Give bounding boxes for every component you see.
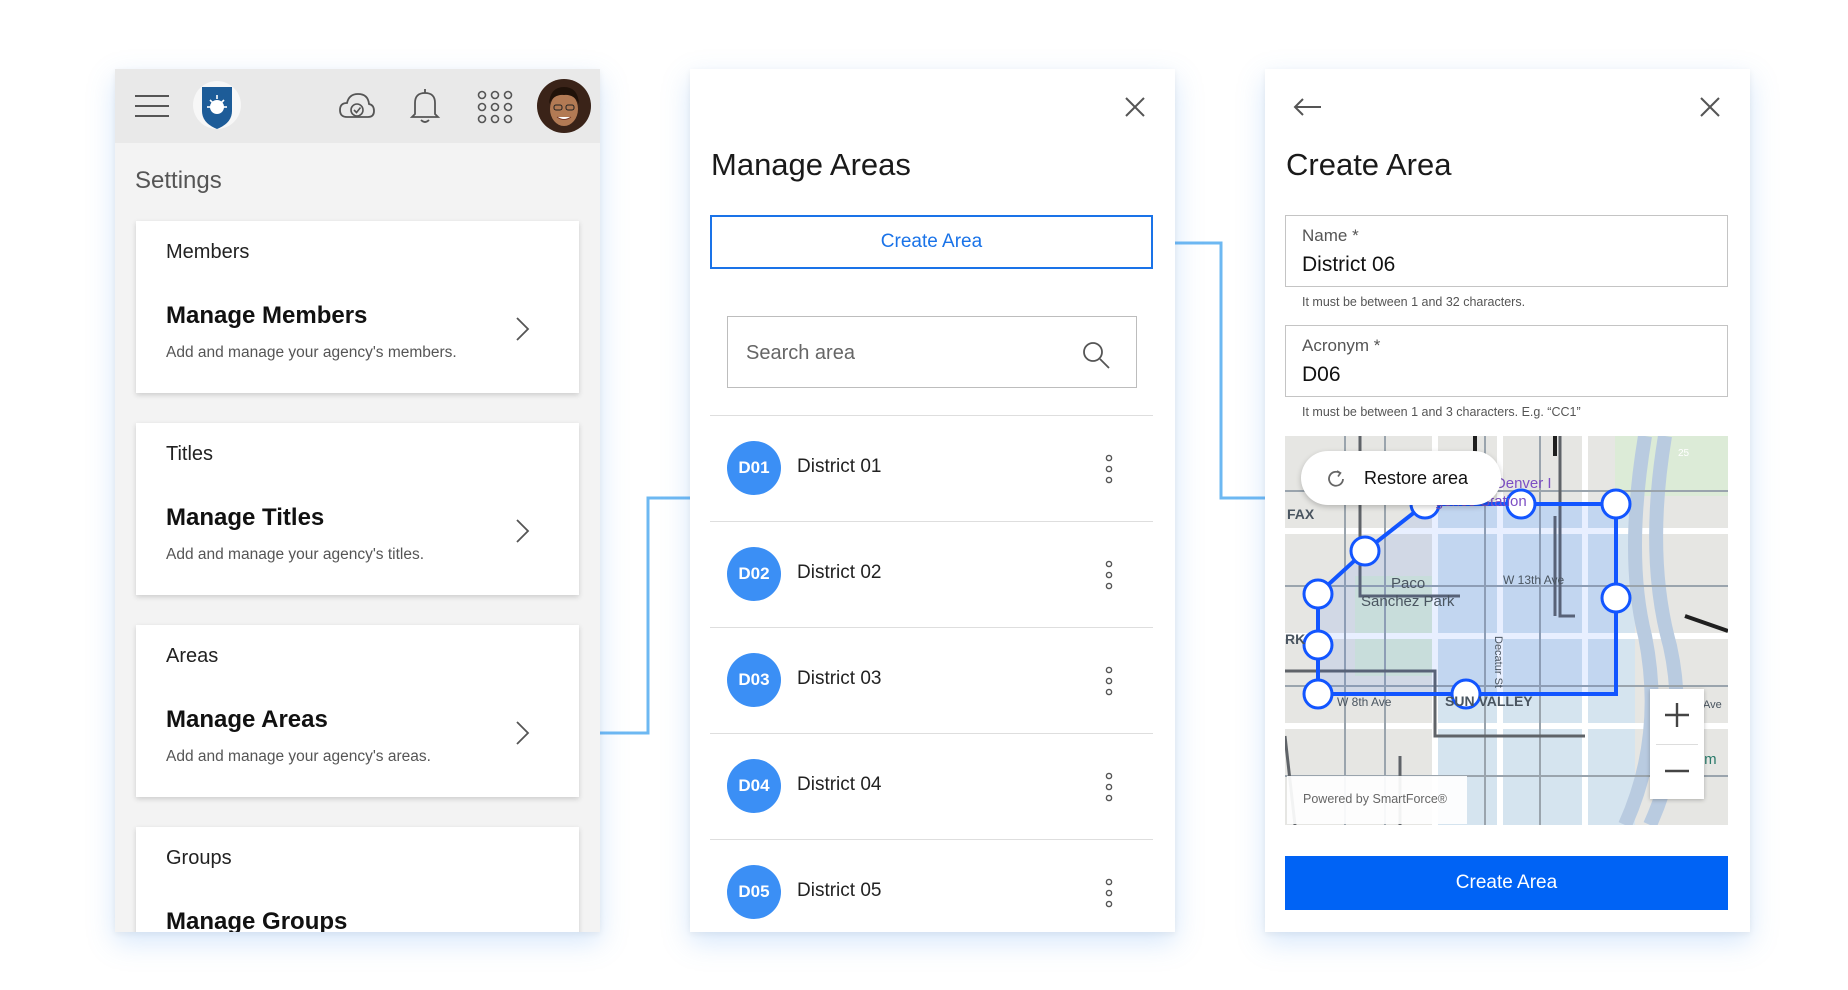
area-name: District 03: [797, 668, 882, 689]
search-box: [727, 316, 1137, 389]
area-acronym-badge: D04: [727, 759, 781, 813]
restore-area-label: Restore area: [1364, 468, 1469, 488]
name-field[interactable]: Name * District 06: [1285, 215, 1728, 287]
menu-icon[interactable]: [135, 93, 169, 119]
back-arrow-icon[interactable]: [1293, 97, 1323, 117]
card-category: Members: [166, 241, 250, 263]
list-item[interactable]: D01 District 01: [710, 416, 1153, 521]
card-category: Titles: [166, 443, 214, 465]
map-label: Ave: [1703, 699, 1722, 711]
more-options-icon[interactable]: [1104, 560, 1114, 590]
panel-title: Create Area: [1286, 147, 1452, 182]
chevron-right-icon[interactable]: [514, 315, 530, 343]
area-name: District 04: [797, 774, 882, 795]
card-category: Areas: [166, 645, 219, 667]
map-attribution: Powered by SmartForce®: [1287, 776, 1467, 824]
acronym-field-label: Acronym *: [1302, 336, 1381, 355]
settings-panel: Settings Members Manage Members Add and …: [115, 69, 600, 932]
create-area-button[interactable]: Create Area: [710, 215, 1153, 269]
list-item[interactable]: D04 District 04: [710, 734, 1153, 839]
page-title: Settings: [135, 167, 222, 194]
map-label: Decatur St: [1492, 636, 1504, 688]
zoom-control: [1650, 689, 1704, 799]
map-label: FAX: [1287, 506, 1315, 522]
map-label: SUN VALLEY: [1445, 693, 1533, 709]
card-description: Add and manage your agency's members.: [166, 344, 457, 361]
name-field-label: Name *: [1302, 226, 1359, 245]
name-field-hint: It must be between 1 and 32 characters.: [1302, 295, 1526, 309]
area-name: District 01: [797, 456, 882, 477]
area-acronym-badge: D01: [727, 441, 781, 495]
cloud-sync-icon[interactable]: [338, 89, 376, 123]
card-description: Add and manage your agency's titles.: [166, 546, 425, 563]
card-title: Manage Titles: [166, 504, 325, 531]
close-icon[interactable]: [1699, 96, 1721, 118]
chevron-right-icon[interactable]: [514, 719, 530, 747]
area-name: District 05: [797, 880, 882, 901]
card-groups[interactable]: Groups Manage Groups: [136, 827, 579, 932]
map-label: W 8th Ave: [1337, 695, 1392, 709]
search-input[interactable]: [744, 317, 1068, 389]
more-options-icon[interactable]: [1104, 772, 1114, 802]
restore-area-button[interactable]: Restore area: [1301, 451, 1501, 505]
apps-grid-icon[interactable]: [477, 90, 513, 124]
close-icon[interactable]: [1124, 96, 1146, 118]
map-label: 25: [1678, 448, 1690, 459]
map-label: W 13th Ave: [1503, 573, 1564, 587]
search-icon[interactable]: [1081, 340, 1111, 370]
map-label: RK: [1285, 631, 1305, 647]
card-category: Groups: [166, 847, 232, 869]
card-title: Manage Areas: [166, 706, 328, 733]
area-acronym-badge: D03: [727, 653, 781, 707]
list-item[interactable]: D05 District 05: [710, 840, 1153, 932]
create-area-submit-button[interactable]: Create Area: [1285, 856, 1728, 910]
manage-areas-panel: Manage Areas Create Area D01 District 01…: [690, 69, 1175, 932]
card-titles[interactable]: Titles Manage Titles Add and manage your…: [136, 423, 579, 595]
acronym-field[interactable]: Acronym * D06: [1285, 325, 1728, 397]
user-avatar[interactable]: [536, 78, 592, 134]
area-acronym-badge: D05: [727, 865, 781, 919]
card-members[interactable]: Members Manage Members Add and manage yo…: [136, 221, 579, 393]
more-options-icon[interactable]: [1104, 666, 1114, 696]
list-item[interactable]: D03 District 03: [710, 628, 1153, 733]
map-label: Paco: [1391, 575, 1425, 592]
zoom-out-icon[interactable]: [1663, 757, 1691, 785]
refresh-icon: [1328, 470, 1344, 487]
acronym-field-hint: It must be between 1 and 3 characters. E…: [1302, 405, 1581, 419]
chevron-right-icon[interactable]: [514, 517, 530, 545]
card-areas[interactable]: Areas Manage Areas Add and manage your a…: [136, 625, 579, 797]
create-area-panel: Create Area Name * District 06 It must b…: [1265, 69, 1750, 932]
bell-icon[interactable]: [409, 87, 441, 125]
area-name: District 02: [797, 562, 882, 583]
card-description: Add and manage your agency's areas.: [166, 748, 431, 765]
zoom-in-icon[interactable]: [1663, 701, 1691, 729]
divider: [1656, 744, 1698, 745]
list-item[interactable]: D02 District 02: [710, 522, 1153, 627]
area-map[interactable]: Wolf Denver I gence Station FAX Paco San…: [1285, 436, 1728, 825]
powered-by-text: Powered by SmartForce®: [1303, 792, 1447, 806]
name-field-value[interactable]: District 06: [1302, 253, 1395, 277]
acronym-field-value[interactable]: D06: [1302, 363, 1341, 387]
agency-shield-logo: [193, 81, 241, 129]
app-header: [115, 69, 600, 143]
map-label: Sanchez Park: [1361, 593, 1455, 610]
panel-title: Manage Areas: [711, 147, 911, 182]
card-title: Manage Groups: [166, 908, 348, 932]
area-acronym-badge: D02: [727, 547, 781, 601]
card-title: Manage Members: [166, 302, 368, 329]
more-options-icon[interactable]: [1104, 878, 1114, 908]
more-options-icon[interactable]: [1104, 454, 1114, 484]
